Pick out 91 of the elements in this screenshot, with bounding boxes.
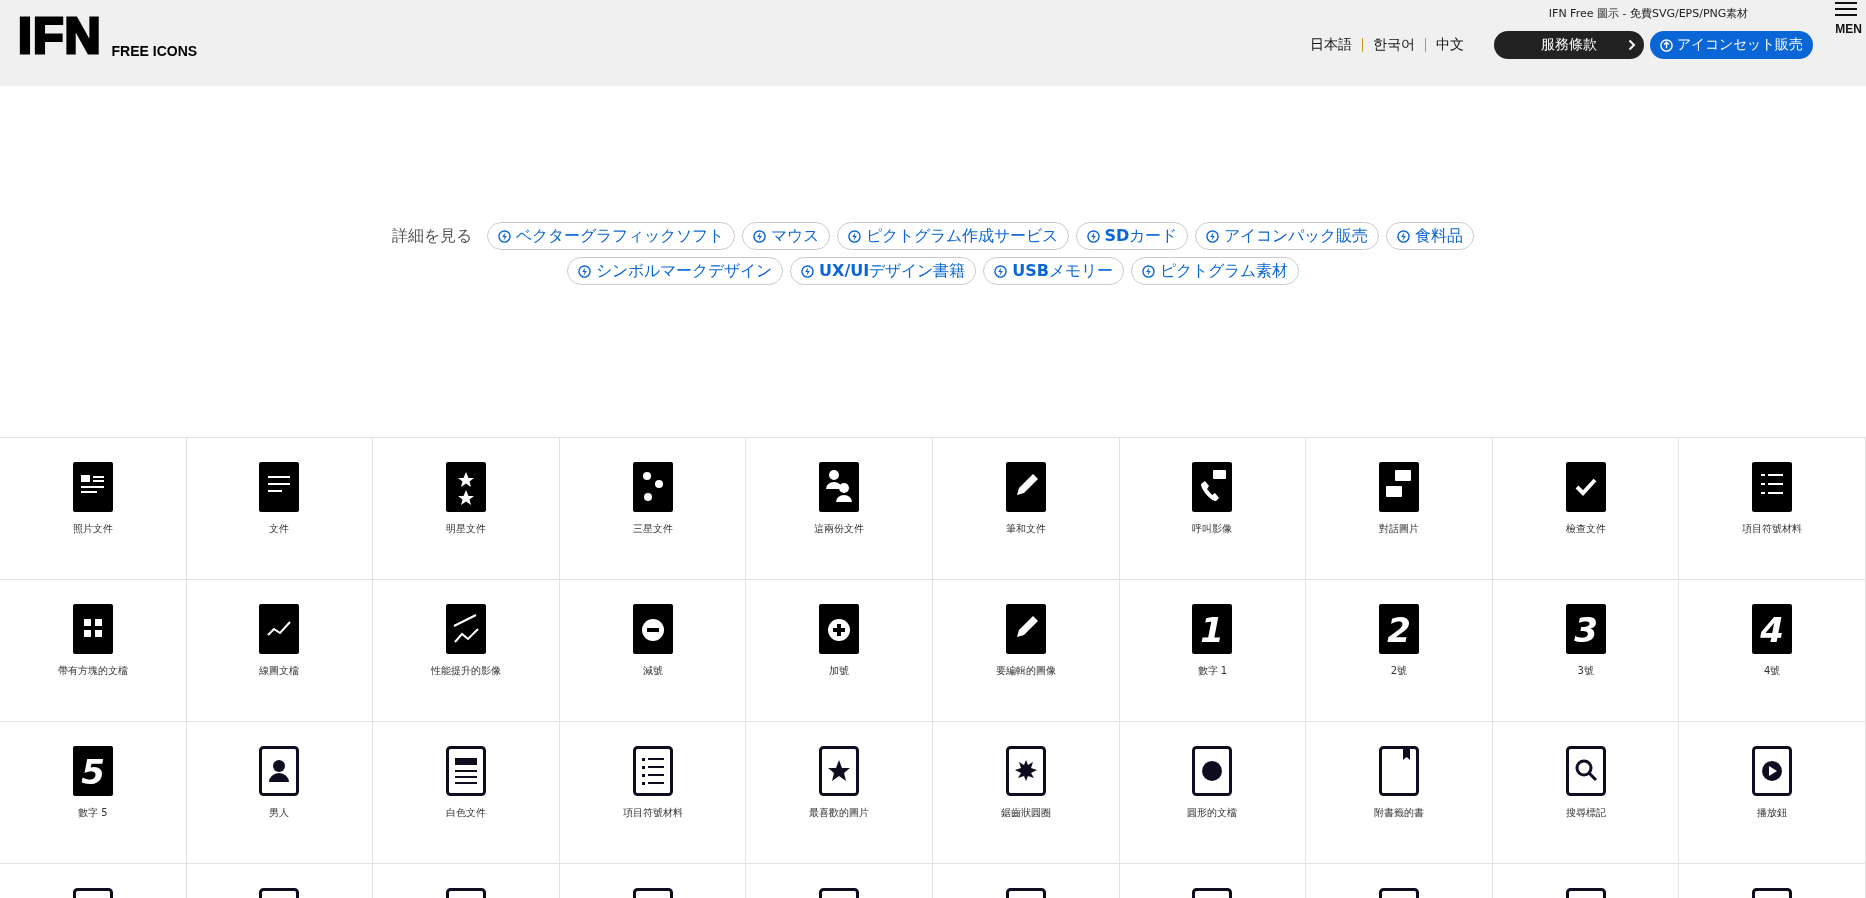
shop-button[interactable]: アイコンセット販売 xyxy=(1650,31,1814,59)
tag-link[interactable]: SDカード xyxy=(1075,222,1189,250)
document-icon xyxy=(259,462,300,512)
language-link[interactable]: 日本語 xyxy=(1306,36,1357,54)
icon-label[interactable]: 線圖文檔 xyxy=(259,664,300,678)
icon-label[interactable]: 播放鈕 xyxy=(1757,806,1788,820)
document-icon xyxy=(1565,746,1606,796)
icon-label[interactable]: 呼叫影像 xyxy=(1192,522,1233,536)
document-icon xyxy=(1192,746,1233,796)
icon-label[interactable]: 圓形的文檔 xyxy=(1187,806,1238,820)
document-icon xyxy=(819,462,860,512)
document-icon xyxy=(72,462,113,512)
bolt-icon xyxy=(801,264,815,278)
icon-label[interactable]: 這兩份文件 xyxy=(814,522,865,536)
icon-label[interactable]: 4號 xyxy=(1764,664,1781,678)
document-icon xyxy=(1192,462,1233,512)
icon-label[interactable]: 對話圖片 xyxy=(1379,522,1419,536)
icon-label[interactable]: 白色文件 xyxy=(446,806,486,820)
icon-label[interactable]: 帶有方塊的文檔 xyxy=(57,664,128,678)
document-icon xyxy=(1565,462,1606,512)
document-icon xyxy=(1005,604,1046,654)
language-link[interactable]: 한국어 xyxy=(1369,36,1420,54)
language-link[interactable]: 中文 xyxy=(1432,36,1469,54)
document-icon xyxy=(1752,462,1793,512)
tag-link[interactable]: 食料品 xyxy=(1386,222,1475,250)
icon-label[interactable]: 男人 xyxy=(269,806,290,820)
document-icon: 4 xyxy=(1752,604,1793,654)
document-icon xyxy=(632,604,673,654)
tag-link[interactable]: UX/UIデザイン書籍 xyxy=(790,257,977,285)
bolt-icon xyxy=(752,229,766,243)
icon-label[interactable]: 性能提升的影像 xyxy=(431,664,501,678)
logo[interactable]: IFN xyxy=(18,14,102,58)
tag-link[interactable]: ピクトグラム作成サービス xyxy=(836,222,1069,250)
icon-label[interactable]: 2號 xyxy=(1390,664,1408,678)
tag-link[interactable]: アイコンパック販売 xyxy=(1195,222,1380,250)
menu-button[interactable]: MEN xyxy=(1835,2,1862,36)
icon-label[interactable]: 項目符號材料 xyxy=(622,806,683,820)
bolt-icon xyxy=(1397,229,1411,243)
bolt-icon xyxy=(1206,229,1220,243)
document-icon: 2 xyxy=(1379,604,1419,654)
icon-label[interactable]: 要編輯的圖像 xyxy=(995,664,1056,678)
document-icon xyxy=(446,604,486,654)
icon-label[interactable]: 3號 xyxy=(1577,664,1594,678)
tag-link[interactable]: ベクターグラフィックソフト xyxy=(486,222,735,250)
icon-label[interactable]: 數字 5 xyxy=(78,806,108,820)
icon-label[interactable]: 三星文件 xyxy=(632,522,673,536)
tag-link[interactable]: シンボルマークデザイン xyxy=(567,257,784,285)
bolt-icon xyxy=(578,264,592,278)
icon-label[interactable]: 最喜歡的圖片 xyxy=(809,806,870,820)
icon-label[interactable]: 數字 1 xyxy=(1197,664,1228,678)
icon-label[interactable]: 鋸齒狀圓圈 xyxy=(1000,806,1051,820)
document-icon xyxy=(632,462,673,512)
document-icon xyxy=(72,604,113,654)
document-icon xyxy=(446,462,486,512)
tags-label: 詳細を見る xyxy=(391,225,472,247)
document-icon xyxy=(1005,462,1046,512)
tagline: IFN Free 圖示 - 免費SVG/EPS/PNG素材 xyxy=(1548,6,1749,21)
document-icon: 1 xyxy=(1192,604,1233,654)
bolt-icon xyxy=(994,264,1008,278)
icon-label[interactable]: 加號 xyxy=(829,664,850,678)
bolt-icon xyxy=(497,229,511,243)
icon-label[interactable]: 減號 xyxy=(642,664,663,678)
icon-label[interactable]: 明星文件 xyxy=(446,522,486,536)
document-icon xyxy=(1005,746,1046,796)
icon-label[interactable]: 項目符號材料 xyxy=(1742,522,1803,536)
bolt-icon xyxy=(1086,229,1100,243)
document-icon xyxy=(819,746,860,796)
document-icon xyxy=(259,746,300,796)
document-icon xyxy=(1752,746,1793,796)
icon-label[interactable]: 附書籤的書 xyxy=(1374,806,1424,820)
document-icon xyxy=(259,604,300,654)
icon-label[interactable]: 筆和文件 xyxy=(1005,522,1046,536)
icon-label[interactable]: 搜尋標記 xyxy=(1565,806,1606,820)
document-icon xyxy=(1379,746,1419,796)
document-icon xyxy=(632,746,673,796)
icon-label[interactable]: 文件 xyxy=(269,522,290,536)
document-icon: 3 xyxy=(1565,604,1606,654)
document-icon xyxy=(819,604,860,654)
tag-link[interactable]: マウス xyxy=(741,222,830,250)
tag-link[interactable]: ピクトグラム素材 xyxy=(1130,257,1299,285)
terms-button[interactable]: 服務條款 xyxy=(1494,31,1645,59)
document-icon xyxy=(446,746,486,796)
logo-subtitle: FREE ICONS xyxy=(111,44,198,58)
bolt-icon xyxy=(1141,264,1155,278)
document-icon: 5 xyxy=(72,746,113,796)
tag-link[interactable]: USBメモリー xyxy=(983,257,1124,285)
icon-label[interactable]: 照片文件 xyxy=(72,522,113,536)
bolt-icon xyxy=(847,229,861,243)
icon-label[interactable]: 檢查文件 xyxy=(1565,522,1606,536)
chevron-icon xyxy=(1628,39,1637,51)
document-icon xyxy=(1379,462,1419,512)
